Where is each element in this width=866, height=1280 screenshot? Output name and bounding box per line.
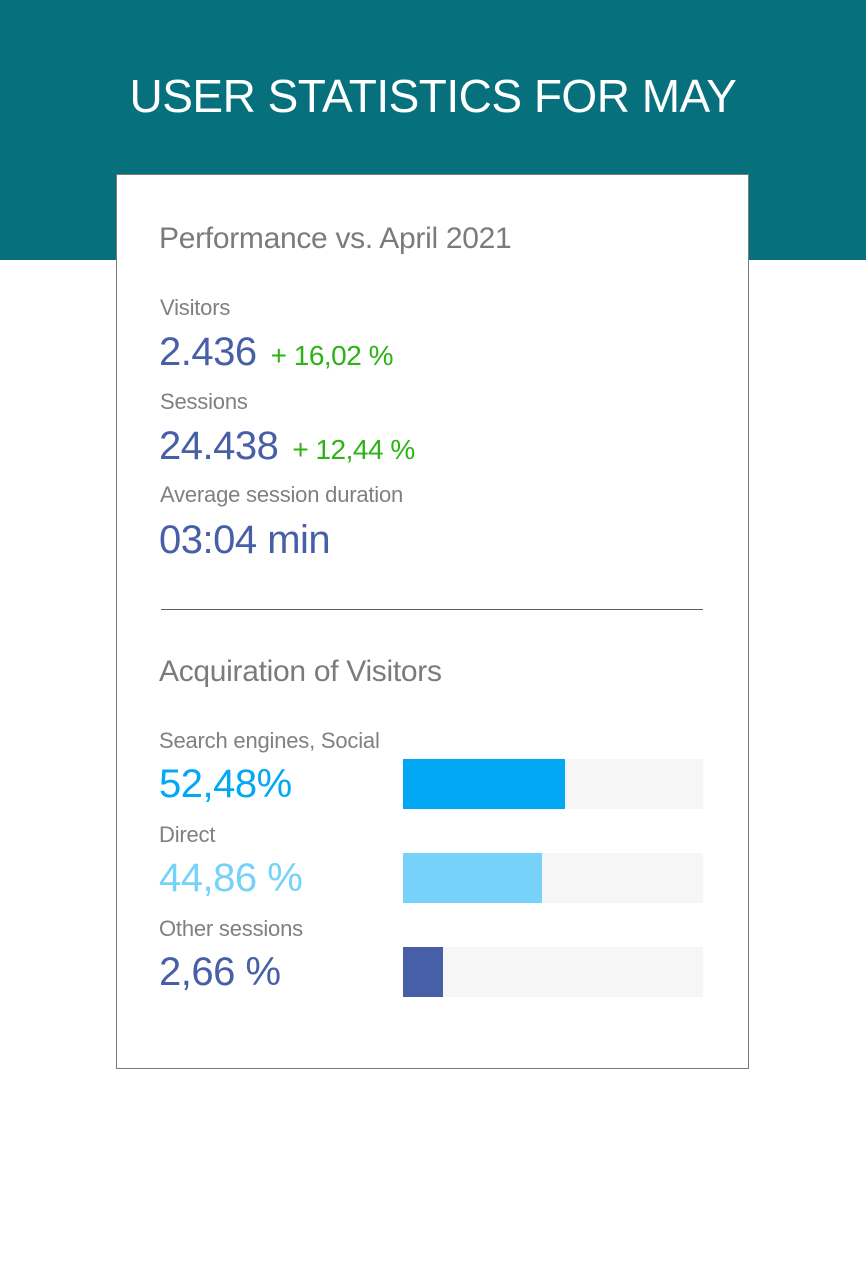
visitors-value: 2.436 bbox=[159, 330, 257, 374]
sessions-value: 24.438 bbox=[159, 424, 279, 468]
other-sessions-percent: 2,66 % bbox=[159, 950, 281, 994]
acquisition-title: Acquiration of Visitors bbox=[159, 655, 442, 688]
direct-percent: 44,86 % bbox=[159, 856, 303, 900]
visitors-change: + 16,02 % bbox=[270, 340, 394, 371]
direct-bar-track bbox=[403, 853, 703, 903]
sessions-change: + 12,44 % bbox=[292, 434, 415, 465]
visitors-label: Visitors bbox=[160, 295, 231, 320]
avg-duration-label: Average session duration bbox=[160, 482, 404, 507]
other-sessions-label: Other sessions bbox=[159, 916, 303, 941]
visitors-metric: 2.436 + 16,02 % bbox=[159, 327, 393, 377]
section-divider bbox=[161, 609, 703, 610]
search-social-bar-track bbox=[403, 759, 703, 809]
direct-label: Direct bbox=[159, 822, 216, 847]
avg-duration-metric: 03:04 min bbox=[159, 515, 331, 565]
other-sessions-bar-track bbox=[403, 947, 703, 997]
sessions-metric: 24.438 + 12,44 % bbox=[159, 421, 415, 471]
statistics-card: Performance vs. April 2021 Visitors 2.43… bbox=[116, 174, 749, 1069]
avg-duration-value: 03:04 min bbox=[159, 518, 331, 562]
search-social-label: Search engines, Social bbox=[159, 728, 380, 753]
sessions-label: Sessions bbox=[160, 389, 248, 414]
search-social-bar-fill bbox=[403, 759, 565, 809]
other-sessions-bar-fill bbox=[403, 947, 443, 997]
page-title: USER STATISTICS FOR MAY bbox=[129, 70, 737, 122]
performance-title: Performance vs. April 2021 bbox=[159, 222, 512, 255]
direct-bar-fill bbox=[403, 853, 542, 903]
search-social-percent: 52,48% bbox=[159, 762, 292, 806]
